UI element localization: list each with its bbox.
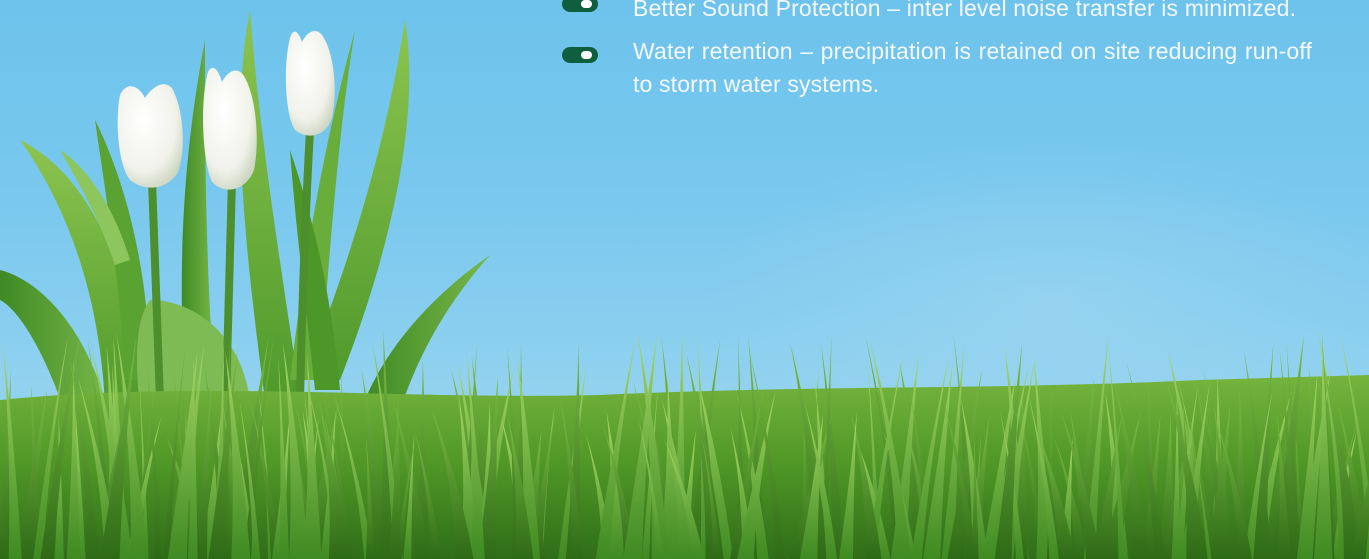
pill-bullet-icon [562,47,598,63]
tulip-flowers [117,31,335,190]
bullet-item-sound-protection: Better Sound Protection – inter level no… [562,0,1312,25]
bullet-item-water-retention: Water retention – precipitation is retai… [562,35,1312,101]
page: Better Sound Protection – inter level no… [0,0,1369,559]
benefits-list: Better Sound Protection – inter level no… [562,0,1312,111]
bullet-text: Water retention – precipitation is retai… [633,38,1312,97]
tulip-leaves [0,10,490,430]
bullet-text: Better Sound Protection – inter level no… [633,0,1297,21]
pill-bullet-icon [562,0,598,12]
